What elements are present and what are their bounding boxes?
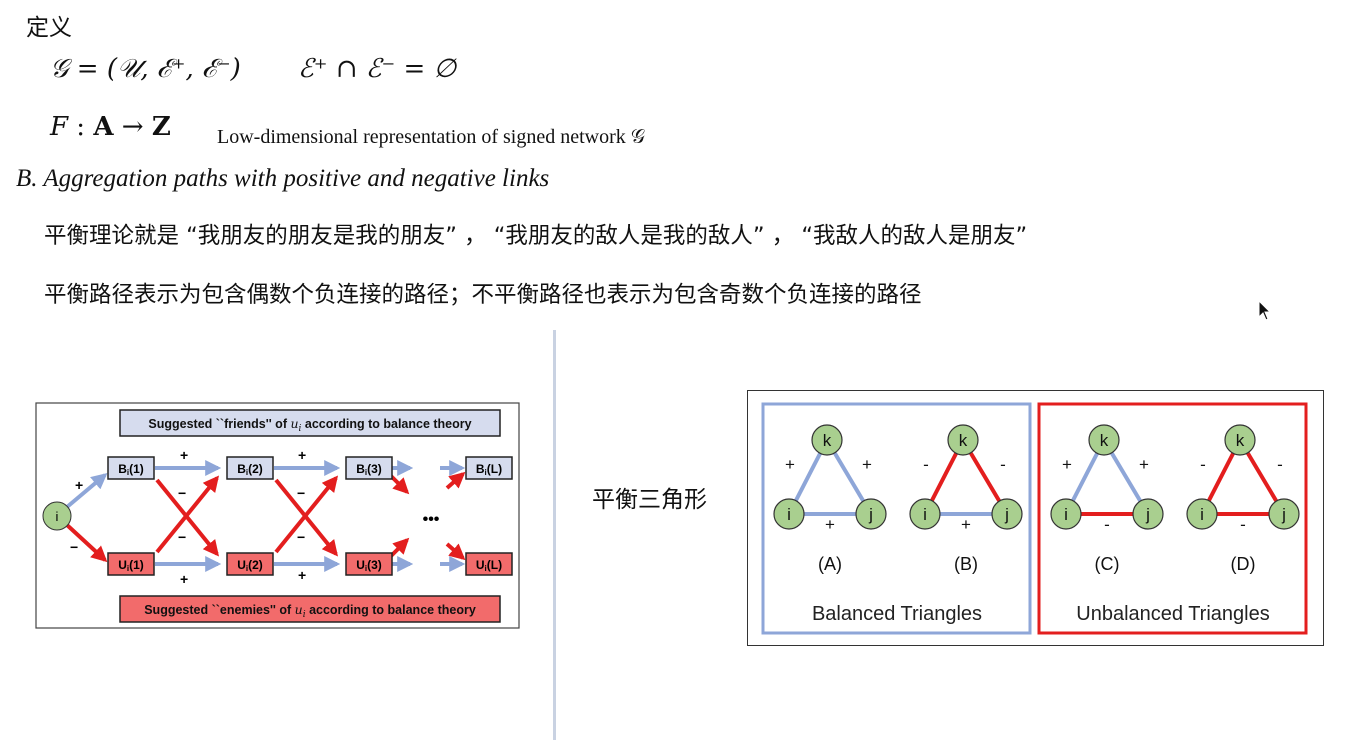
panel-label: (D) <box>1231 554 1256 574</box>
b-node-l: Bi(L) <box>465 456 513 480</box>
svg-text:Bi(1): Bi(1) <box>118 462 144 477</box>
node-j-label: j <box>868 505 873 524</box>
node-k-label: k <box>959 431 968 450</box>
balance-triangle-caption: 平衡三角形 <box>592 487 707 513</box>
node-j-label: j <box>1004 505 1009 524</box>
balanced-path-paragraph: 平衡路径表示为包含偶数个负连接的路径；不平衡路径也表示为包含奇数个负连接的路径 <box>44 282 922 308</box>
vertical-divider <box>553 330 556 740</box>
mapping-a: A <box>93 112 114 142</box>
mapping-formula: F : A → Z <box>50 112 171 142</box>
sign-right: + <box>862 455 872 474</box>
svg-text:Bi(L): Bi(L) <box>476 462 502 477</box>
sign-bottom: - <box>1240 515 1246 534</box>
sign-minus: − <box>70 539 78 555</box>
sign-plus: + <box>180 447 188 463</box>
b-node-1: Bi(1) <box>107 456 155 480</box>
sign-bottom: - <box>1104 515 1110 534</box>
balance-triangles-diagram: k i j + + + (A) k i j - - + (B) k i j + + - (C) k i j - - - (D) Bal… <box>747 390 1324 646</box>
mapping-colon: : <box>68 112 94 142</box>
panel-label: (C) <box>1095 554 1120 574</box>
svg-text:Bi(3): Bi(3) <box>356 462 382 477</box>
node-i-label: i <box>787 505 791 524</box>
svg-text:Ui(L): Ui(L) <box>476 558 502 573</box>
sign-minus: − <box>297 485 305 501</box>
signed-graph-formula: 𝒢 = (𝒰, ℰ⁺, ℰ⁻) <box>50 54 241 84</box>
mouse-cursor-icon <box>1258 300 1272 321</box>
mapping-note: Low-dimensional representation of signed… <box>217 126 646 148</box>
node-i-label: i <box>1200 505 1204 524</box>
start-node-label: i <box>56 509 59 524</box>
sign-left: + <box>785 455 795 474</box>
b-node-3: Bi(3) <box>345 456 393 480</box>
aggregation-paths-diagram: Suggested ``friends'' of ui according to… <box>35 402 520 629</box>
node-k-label: k <box>1236 431 1245 450</box>
node-i-label: i <box>923 505 927 524</box>
ellipsis: ••• <box>423 511 440 528</box>
definition-title: 定义 <box>26 15 72 41</box>
sign-bottom: + <box>961 515 971 534</box>
sign-minus: − <box>178 485 186 501</box>
disjoint-edges-formula: ℰ⁺ ∩ ℰ⁻ = ∅ <box>298 54 457 84</box>
unbalanced-title: Unbalanced Triangles <box>1076 603 1269 625</box>
sign-plus: + <box>180 571 188 587</box>
node-j-label: j <box>1281 505 1286 524</box>
node-j-label: j <box>1145 505 1150 524</box>
panel-label: (B) <box>954 554 978 574</box>
balanced-title: Balanced Triangles <box>812 603 982 625</box>
panel-label: (A) <box>818 554 842 574</box>
sign-right: + <box>1139 455 1149 474</box>
u-node-3: Ui(3) <box>345 552 393 576</box>
svg-text:Ui(1): Ui(1) <box>118 558 144 573</box>
sign-right: - <box>1277 455 1283 474</box>
node-k-label: k <box>823 431 832 450</box>
svg-text:Ui(3): Ui(3) <box>356 558 382 573</box>
node-k-label: k <box>1100 431 1109 450</box>
sign-left: - <box>923 455 929 474</box>
sign-minus: − <box>178 529 186 545</box>
u-node-l: Ui(L) <box>465 552 513 576</box>
sign-plus: + <box>298 447 306 463</box>
b-node-2: Bi(2) <box>226 456 274 480</box>
u-node-1: Ui(1) <box>107 552 155 576</box>
svg-text:Ui(2): Ui(2) <box>237 558 263 573</box>
mapping-arrow: → <box>113 112 152 142</box>
sign-left: - <box>1200 455 1206 474</box>
node-i-label: i <box>1064 505 1068 524</box>
u-node-2: Ui(2) <box>226 552 274 576</box>
sign-bottom: + <box>825 515 835 534</box>
section-b-heading: B. Aggregation paths with positive and n… <box>16 165 550 192</box>
sign-left: + <box>1062 455 1072 474</box>
balance-theory-paragraph: 平衡理论就是 “我朋友的朋友是我的朋友” ， “我朋友的敌人是我的敌人” ， “… <box>44 223 1028 249</box>
sign-plus: + <box>75 477 83 493</box>
sign-plus: + <box>298 567 306 583</box>
svg-text:Bi(2): Bi(2) <box>237 462 263 477</box>
sign-right: - <box>1000 455 1006 474</box>
mapping-z: Z <box>151 112 171 142</box>
mapping-f: F <box>50 112 69 142</box>
sign-minus: − <box>297 529 305 545</box>
